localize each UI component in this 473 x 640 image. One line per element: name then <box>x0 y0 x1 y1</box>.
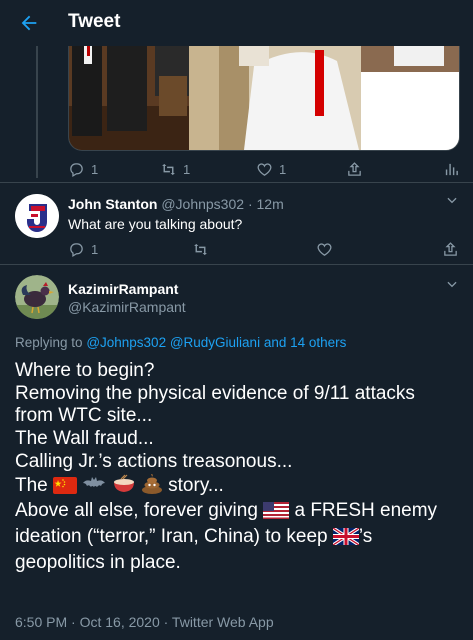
user-handle[interactable]: @Johnps302 <box>161 196 244 212</box>
reply-tweet-actions: 1 <box>68 237 463 261</box>
retweet-count: 1 <box>183 161 191 177</box>
bat-icon <box>82 474 106 501</box>
tweet-text-line: Where to begin? <box>15 360 155 381</box>
separator: · <box>247 196 253 212</box>
reply-count: 1 <box>91 161 99 177</box>
retweet-icon <box>162 163 175 175</box>
divider <box>0 264 473 265</box>
tweet-text-fragment: story... <box>168 474 224 496</box>
reply-button[interactable]: 1 <box>68 237 98 261</box>
tweet-text-line: Above all else, forever giving a FRESH e… <box>15 500 465 526</box>
tweet-text-fragment: ’s <box>358 525 373 547</box>
analytics-button[interactable] <box>443 157 460 181</box>
user-handle[interactable]: @KazimirRampant <box>68 299 186 315</box>
avatar[interactable] <box>15 194 59 238</box>
replying-to-users-link[interactable]: @Johnps302 @RudyGiuliani and 14 others <box>86 335 346 350</box>
reply-text: What are you talking about? <box>68 216 243 232</box>
like-button[interactable]: 1 <box>256 157 286 181</box>
avatar[interactable] <box>15 275 59 319</box>
retweet-button[interactable]: 1 <box>160 157 190 181</box>
share-icon <box>348 161 361 176</box>
retweet-button[interactable] <box>192 237 209 261</box>
divider <box>0 182 473 183</box>
share-icon <box>444 241 457 256</box>
share-button[interactable] <box>442 237 459 261</box>
tweet-text-line: from WTC site... <box>15 405 153 427</box>
timestamp[interactable]: 12m <box>257 196 284 212</box>
parent-tweet-actions: 1 1 1 <box>68 157 463 181</box>
tweet-text-line: The story... <box>15 473 465 501</box>
replying-to-label: Replying to <box>15 335 83 350</box>
tweet-text-line: ideation (“terror,” Iran, China) to keep… <box>15 526 465 552</box>
china-flag-icon <box>53 476 78 501</box>
tweet-text-fragment: a FRESH enemy <box>294 500 438 522</box>
poop-icon <box>141 473 163 501</box>
tweet-text-fragment: Above all else, forever giving <box>15 500 258 522</box>
tweet-timestamp[interactable]: 6:50 PM · Oct 16, 2020 · Twitter Web App <box>15 614 274 630</box>
reply-icon <box>70 162 83 177</box>
tweet-media-image[interactable] <box>68 36 460 151</box>
display-name[interactable]: John Stanton <box>68 196 157 212</box>
heart-icon <box>257 162 272 176</box>
back-arrow-icon[interactable] <box>14 8 44 38</box>
tweet-text-fragment: ideation (“terror,” Iran, China) to keep <box>15 525 328 547</box>
us-flag-icon <box>263 502 290 526</box>
reply-header: John Stanton @Johnps302 · 12m <box>68 196 284 212</box>
chevron-down-icon[interactable] <box>445 277 459 296</box>
top-bar: Tweet <box>0 0 473 46</box>
tweet-text-line: Calling Jr.’s actions treasonous... <box>15 450 293 472</box>
analytics-icon <box>445 163 458 175</box>
reply-icon <box>70 242 83 257</box>
reply-button[interactable]: 1 <box>68 157 98 181</box>
retweet-icon <box>194 243 207 255</box>
soup-bowl-icon <box>112 474 136 501</box>
tweet-text-line: The Wall fraud... <box>15 428 154 450</box>
tweet-text-line: geopolitics in place. <box>15 551 181 573</box>
display-name[interactable]: KazimirRampant <box>68 281 178 297</box>
reply-count: 1 <box>91 241 99 257</box>
uk-flag-icon <box>331 526 360 552</box>
chevron-down-icon[interactable] <box>445 193 459 212</box>
tweet-text-fragment: The <box>15 474 48 496</box>
share-button[interactable] <box>346 157 363 181</box>
page-title: Tweet <box>68 11 121 32</box>
replying-to: Replying to @Johnps302 @RudyGiuliani and… <box>15 335 346 350</box>
heart-icon <box>317 242 332 256</box>
like-count: 1 <box>279 161 287 177</box>
like-button[interactable] <box>316 237 333 261</box>
tweet-text: Where to begin? Removing the physical ev… <box>15 360 465 574</box>
tweet-text-line: Removing the physical evidence of 9/11 a… <box>15 382 415 404</box>
